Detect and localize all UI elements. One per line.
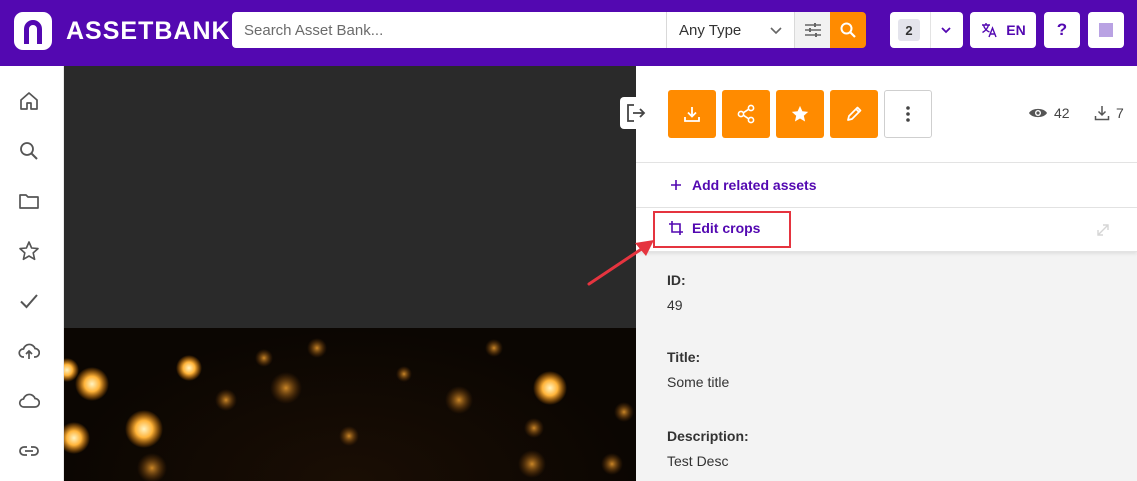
left-sidebar [0,66,64,481]
star-icon [791,105,809,122]
asset-type-select[interactable]: Any Type [666,12,794,48]
user-avatar [1099,23,1113,37]
metadata-title: Title: Some title [667,349,729,390]
sidebar-home[interactable] [18,90,40,112]
search-button[interactable] [830,12,866,48]
sidebar-upload[interactable] [18,340,40,362]
download-icon [684,107,700,122]
expand-icon[interactable] [1095,222,1111,238]
lightbox-divider [930,12,931,48]
sidebar-cloud[interactable] [18,390,40,412]
downloads-count: 7 [1116,105,1124,121]
chevron-down-icon[interactable] [938,22,954,38]
metadata-description: Description: Test Desc [667,428,749,469]
link-icon [19,446,39,456]
metadata-id: ID: 49 [667,272,686,313]
language-button[interactable]: EN [970,12,1036,48]
asset-type-value: Any Type [679,21,742,39]
brand-name: ASSETBANK [66,16,231,45]
asset-actions-bar: 42 7 [620,66,1137,163]
cloud-icon [18,393,40,408]
download-icon [1094,106,1110,121]
asset-preview[interactable] [64,66,636,481]
sidebar-approvals[interactable] [18,290,40,312]
lightbox-selector[interactable]: 2 [890,12,963,48]
bokeh-lights-image [64,338,634,481]
edit-button[interactable] [830,90,878,138]
search-input[interactable] [232,12,666,48]
help-label: ? [1056,20,1068,39]
share-button[interactable] [722,90,770,138]
downloads-stat: 7 [1094,105,1124,121]
logo-mark-icon [14,12,52,50]
views-count: 42 [1054,105,1070,121]
top-navigation-bar: ASSETBANK Any Type 2 EN ? [0,0,1137,66]
add-related-assets-label: Add related assets [692,177,817,193]
favourite-button[interactable] [776,90,824,138]
help-button[interactable]: ? [1044,12,1080,48]
check-icon [20,294,38,309]
folder-icon [19,194,39,209]
search-icon [20,142,38,160]
share-icon [737,104,755,124]
asset-image [64,328,636,481]
metadata-label: ID: [667,272,686,288]
metadata-value: 49 [667,297,683,313]
more-actions-button[interactable] [884,90,932,138]
star-icon [19,241,39,261]
search-icon [840,22,856,38]
translate-icon [982,23,997,38]
metadata-value: Some title [667,374,730,390]
home-icon [20,92,38,110]
plus-icon [671,180,681,190]
add-related-assets-link[interactable]: Add related assets [636,163,1137,208]
search-filters-button[interactable] [794,12,830,48]
sidebar-search[interactable] [18,140,40,162]
metadata-label: Description: [667,428,749,444]
assetbank-logo[interactable]: ASSETBANK [14,12,231,50]
upload-cloud-icon [18,343,40,359]
sidebar-folders[interactable] [18,190,40,212]
chevron-down-icon [770,27,782,35]
exit-icon [627,104,646,122]
views-stat: 42 [1028,105,1070,121]
sidebar-links[interactable] [18,440,40,462]
metadata-label: Title: [667,349,701,365]
asset-details-panel: 42 7 Add related assets Edit crops ID: 4… [620,66,1137,481]
pencil-icon [847,106,862,121]
eye-icon [1029,108,1047,118]
lightbox-count-badge: 2 [898,19,920,41]
collapse-panel-button[interactable] [620,97,652,129]
metadata-value: Test Desc [667,453,729,469]
download-button[interactable] [668,90,716,138]
language-label: EN [1006,22,1026,38]
sidebar-favourites[interactable] [18,240,40,262]
highlight-box [653,211,791,248]
sliders-icon [804,23,821,37]
more-vertical-icon [906,106,910,122]
user-menu-button[interactable] [1088,12,1124,48]
search-box [232,12,666,48]
